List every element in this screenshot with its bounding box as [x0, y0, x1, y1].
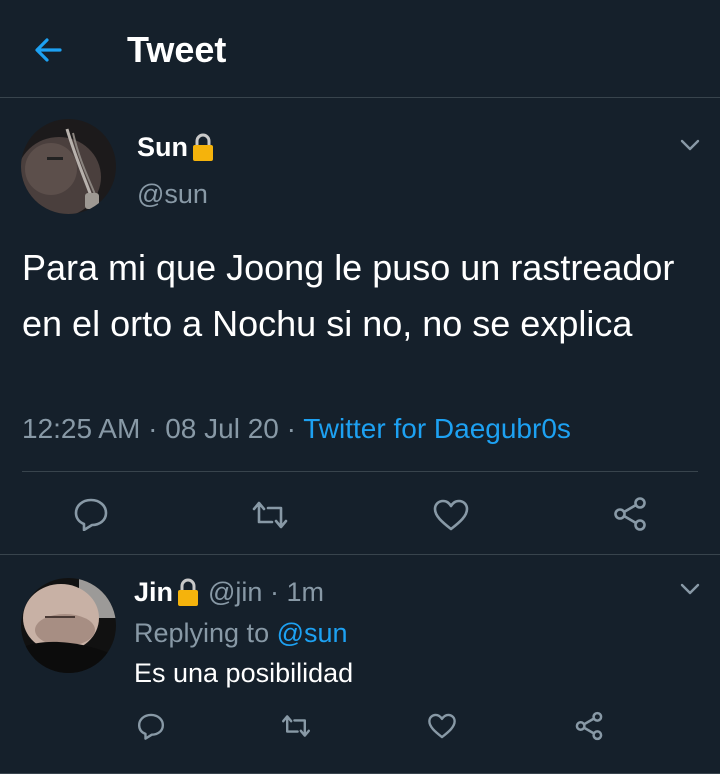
meta-separator: ·	[286, 413, 304, 444]
tweet-source[interactable]: Twitter for Daegubr0s	[303, 413, 571, 444]
reply-age[interactable]: 1m	[286, 577, 324, 608]
chevron-down-icon[interactable]	[679, 578, 701, 600]
avatar[interactable]	[21, 578, 116, 673]
avatar[interactable]	[21, 119, 116, 214]
mention-link[interactable]: @sun	[277, 618, 348, 648]
divider	[22, 471, 698, 472]
author-handle[interactable]: @sun	[137, 178, 208, 210]
reply-icon[interactable]	[136, 712, 166, 740]
display-name[interactable]: Sun	[137, 132, 188, 163]
tweet-date[interactable]: 08 Jul 20	[165, 413, 279, 444]
share-icon[interactable]	[612, 496, 648, 532]
author-row: Sun	[137, 132, 215, 162]
meta-separator: ·	[262, 576, 287, 607]
meta-separator: ·	[148, 413, 166, 444]
retweet-icon[interactable]	[250, 500, 290, 530]
tweet-text: Para mi que Joong le puso un rastreador …	[22, 247, 675, 344]
share-icon[interactable]	[574, 711, 604, 741]
retweet-icon[interactable]	[280, 714, 312, 738]
display-name[interactable]: Jin	[134, 577, 173, 608]
top-bar: Tweet	[0, 0, 720, 98]
reply-icon[interactable]	[72, 497, 110, 531]
tweet-time[interactable]: 12:25 AM	[22, 413, 140, 444]
reply-author-row: Jin @jin · 1m	[134, 575, 324, 609]
replying-to: Replying to @sun	[134, 616, 348, 650]
lock-icon	[178, 578, 199, 606]
like-icon[interactable]	[427, 712, 457, 740]
tweet-meta: 12:25 AM · 08 Jul 20 · Twitter for Daegu…	[22, 412, 571, 446]
reply-text: Es una posibilidad	[134, 658, 354, 688]
lock-icon	[193, 133, 213, 161]
chevron-down-icon[interactable]	[679, 134, 701, 156]
page-title: Tweet	[127, 29, 227, 70]
reply-tweet[interactable]: Jin @jin · 1m Replying to @sun Es una po…	[0, 555, 720, 774]
replying-prefix: Replying to	[134, 618, 270, 648]
main-tweet: Sun @sun Para mi que Joong le puso un ra…	[0, 98, 720, 555]
author-handle[interactable]: @jin	[208, 577, 262, 608]
like-icon[interactable]	[432, 498, 470, 532]
arrow-left-icon[interactable]	[32, 34, 64, 66]
